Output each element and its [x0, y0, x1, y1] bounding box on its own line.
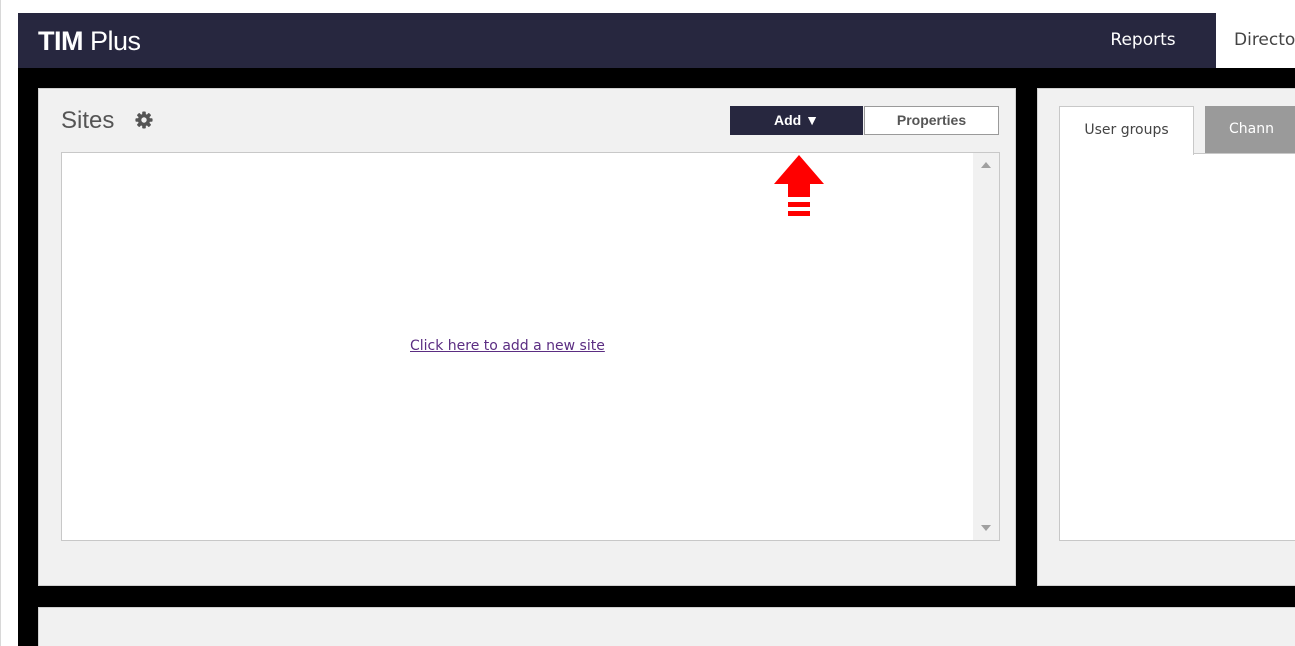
user-groups-panel: User groups Chann: [1037, 88, 1295, 586]
sites-list-scrollbar[interactable]: [973, 153, 999, 540]
bottom-panel: [38, 607, 1295, 646]
nav-directory[interactable]: Directo: [1216, 13, 1295, 68]
top-navigation-bar: TIM Plus Reports Directo: [18, 13, 1295, 68]
nav-reports[interactable]: Reports: [1090, 13, 1196, 68]
scroll-up-icon[interactable]: [981, 162, 991, 168]
sites-title: Sites: [61, 107, 115, 134]
sites-list: Click here to add a new site: [61, 152, 1000, 541]
app-container: TIM Plus Reports Directo Sites Add ▼ Pro…: [18, 13, 1295, 646]
logo-tim: TIM: [38, 26, 84, 56]
window-left-border: [0, 0, 1, 646]
red-up-arrow-annotation: [774, 155, 824, 216]
scroll-down-icon[interactable]: [981, 525, 991, 531]
tab-user-groups[interactable]: User groups: [1059, 106, 1194, 155]
sites-panel: Sites Add ▼ Properties Click here to add…: [38, 88, 1016, 586]
user-groups-content: [1059, 153, 1295, 541]
properties-button[interactable]: Properties: [864, 106, 999, 135]
tab-channels[interactable]: Chann: [1205, 106, 1295, 153]
gear-icon[interactable]: [135, 111, 153, 129]
logo-plus: Plus: [83, 26, 141, 56]
app-logo: TIM Plus: [38, 25, 141, 57]
add-new-site-link[interactable]: Click here to add a new site: [410, 338, 605, 354]
add-button[interactable]: Add ▼: [730, 106, 863, 135]
